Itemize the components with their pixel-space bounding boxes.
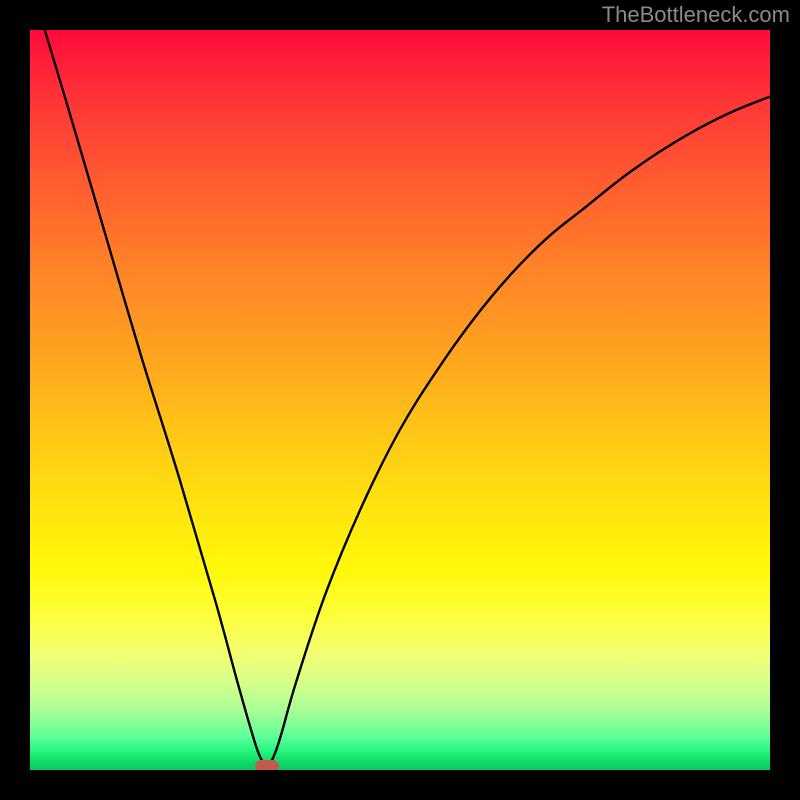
watermark-text: TheBottleneck.com bbox=[602, 2, 790, 28]
optimal-point-marker bbox=[255, 760, 279, 770]
plot-area bbox=[30, 30, 770, 770]
bottleneck-curve bbox=[45, 30, 770, 766]
curve-svg bbox=[30, 30, 770, 770]
chart-container: TheBottleneck.com bbox=[0, 0, 800, 800]
